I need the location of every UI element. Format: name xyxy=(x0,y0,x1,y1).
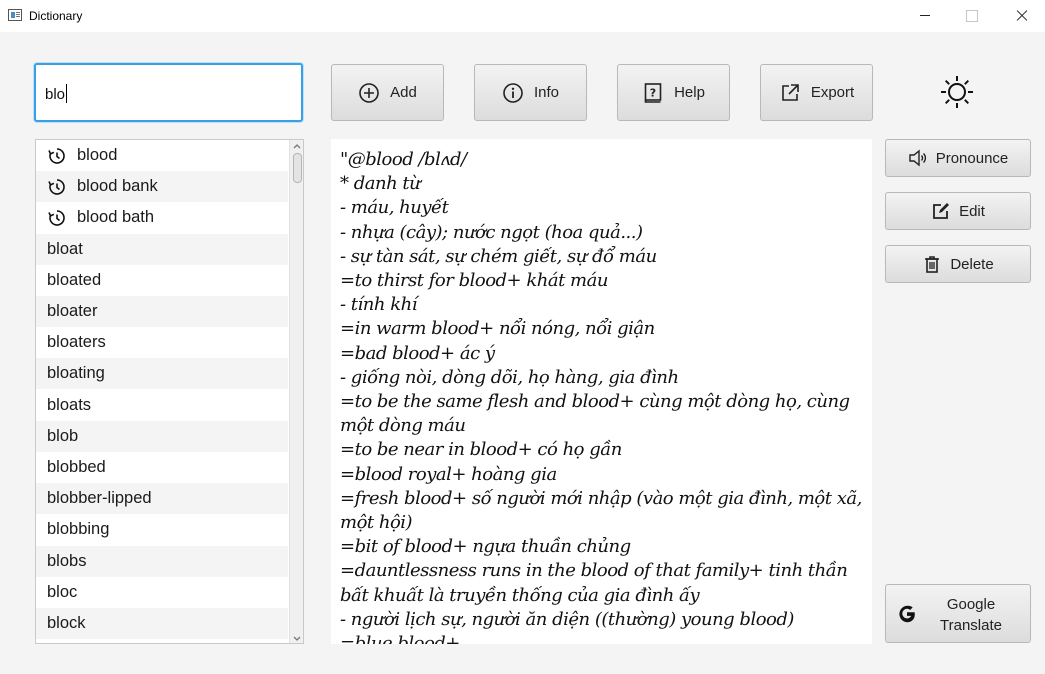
list-item-word: bloating xyxy=(47,364,105,383)
list-item-word: bloc xyxy=(47,582,78,601)
google-icon xyxy=(899,605,915,623)
list-item-word: blood xyxy=(77,146,118,164)
list-item-word: blood bath xyxy=(77,208,155,227)
list-item[interactable]: bloater xyxy=(36,296,288,327)
close-button[interactable] xyxy=(998,0,1044,32)
plus-circle-icon xyxy=(359,82,379,103)
pronounce-button-label: Pronounce xyxy=(935,149,1009,167)
list-item[interactable]: blob xyxy=(36,420,288,452)
pronounce-button[interactable]: Pronounce xyxy=(885,139,1031,177)
list-item-word: bloat xyxy=(47,239,83,258)
list-scrollbar[interactable] xyxy=(289,140,303,643)
list-item-word: blobbing xyxy=(47,520,110,539)
list-item[interactable]: bloaters xyxy=(36,327,288,358)
list-item[interactable]: bloating xyxy=(36,358,288,390)
speaker-icon xyxy=(909,149,926,167)
list-item-word: blobber-lipped xyxy=(47,489,152,508)
svg-text:?: ? xyxy=(650,86,656,99)
minimize-button[interactable] xyxy=(902,0,948,32)
history-icon xyxy=(48,178,65,195)
list-item-word: bloaters xyxy=(47,333,106,352)
export-button-label: Export xyxy=(810,84,855,101)
edit-icon xyxy=(933,203,950,219)
google-translate-button[interactable]: Google Translate xyxy=(885,584,1031,643)
export-icon xyxy=(782,83,799,101)
help-button[interactable]: ? Help xyxy=(617,64,730,121)
list-item-word: blob xyxy=(47,426,79,445)
help-book-icon: ? xyxy=(644,82,662,103)
list-item-word: bloater xyxy=(47,302,98,320)
scroll-up-arrow-icon[interactable] xyxy=(293,142,301,150)
list-item[interactable]: blood bath xyxy=(36,202,288,233)
definition-panel[interactable]: "@blood /blʌd/ * danh từ - máu, huyết - … xyxy=(331,139,872,644)
delete-button-label: Delete xyxy=(950,255,994,273)
text-caret xyxy=(66,84,68,103)
list-item[interactable]: blobber-lipped xyxy=(36,483,288,515)
history-icon xyxy=(48,147,65,164)
list-item[interactable]: bloc xyxy=(36,577,288,608)
list-item[interactable]: blood bank xyxy=(36,171,288,203)
scroll-down-arrow-icon[interactable] xyxy=(293,635,301,643)
list-item-word: blood bank xyxy=(77,177,158,196)
info-icon xyxy=(503,82,523,103)
title-bar: Dictionary xyxy=(0,0,1045,32)
scrollbar-thumb[interactable] xyxy=(293,153,302,183)
list-item[interactable]: block xyxy=(36,608,288,639)
list-item-word: bloats xyxy=(47,395,92,414)
search-value: blo xyxy=(45,86,66,103)
search-input[interactable]: blo xyxy=(34,63,303,122)
list-item[interactable]: bloat xyxy=(36,233,288,265)
app-icon xyxy=(8,9,22,21)
add-button[interactable]: Add xyxy=(331,64,444,121)
export-button[interactable]: Export xyxy=(760,64,873,121)
sun-icon[interactable] xyxy=(939,74,975,110)
help-button-label: Help xyxy=(674,84,705,101)
trash-icon xyxy=(925,256,940,273)
info-button[interactable]: Info xyxy=(474,64,587,121)
list-item[interactable]: blobbing xyxy=(36,514,288,545)
list-item-word: blobbed xyxy=(47,458,106,476)
list-item-word: block xyxy=(47,614,86,632)
list-item[interactable]: bloated xyxy=(36,265,288,296)
delete-button[interactable]: Delete xyxy=(885,245,1031,283)
list-item-word: bloated xyxy=(47,270,102,289)
list-item-word: blobs xyxy=(47,551,87,570)
list-item[interactable]: blobbed xyxy=(36,452,288,483)
maximize-button[interactable] xyxy=(948,0,994,32)
add-button-label: Add xyxy=(390,84,417,101)
history-icon xyxy=(48,210,65,226)
list-item[interactable]: blood xyxy=(36,140,288,171)
edit-button-label: Edit xyxy=(959,202,985,220)
google-translate-label: Google Translate xyxy=(940,596,1002,634)
info-button-label: Info xyxy=(533,84,560,101)
list-item[interactable]: blobs xyxy=(36,545,288,577)
window-title: Dictionary xyxy=(29,9,83,23)
edit-button[interactable]: Edit xyxy=(885,192,1031,230)
list-item[interactable]: bloats xyxy=(36,390,288,421)
definition-text: "@blood /blʌd/ * danh từ - máu, huyết - … xyxy=(340,149,862,644)
word-list[interactable]: blood blood bank blood bath bloat bloated blo… xyxy=(35,139,304,644)
